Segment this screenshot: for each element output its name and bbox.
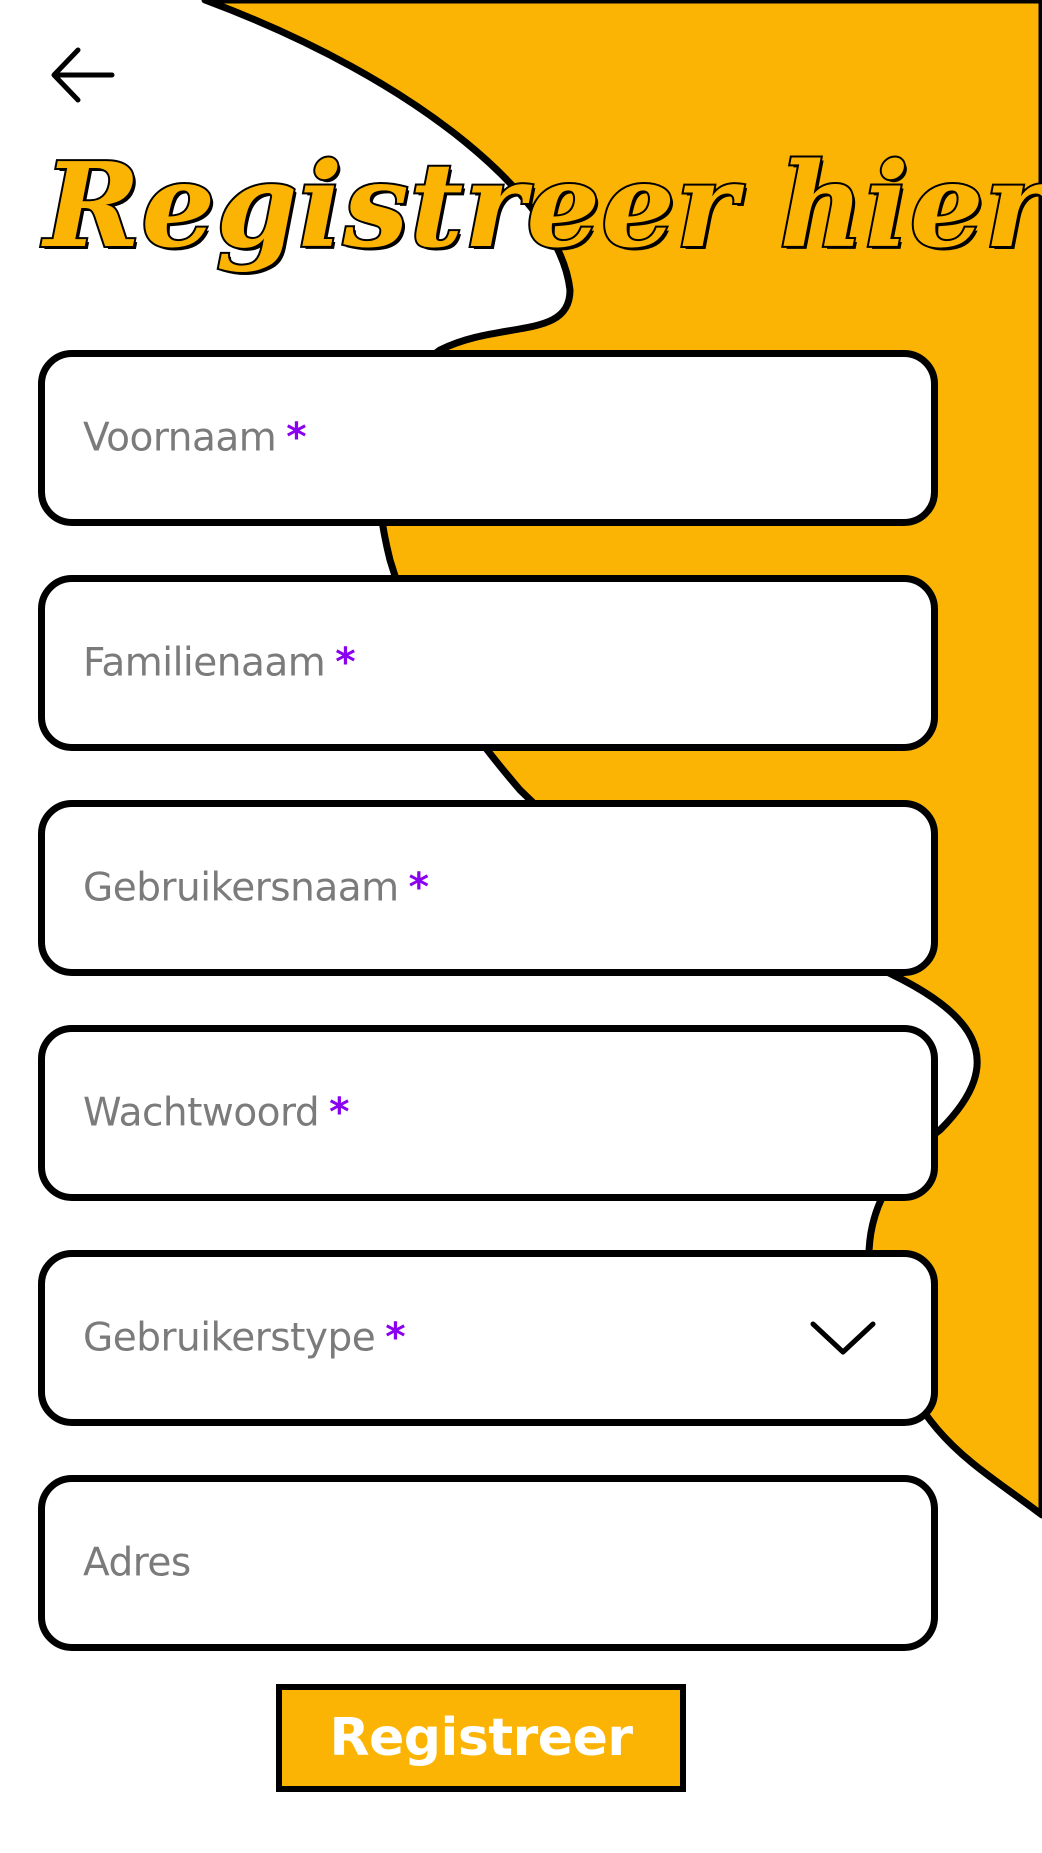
- page-title: Registreer hier: [42, 138, 1042, 274]
- arrow-left-icon: [51, 47, 115, 103]
- address-label: Adres: [83, 1540, 191, 1586]
- last-name-field[interactable]: Familienaam *: [38, 575, 938, 751]
- first-name-field[interactable]: Voornaam *: [38, 350, 938, 526]
- last-name-label: Familienaam *: [83, 640, 356, 686]
- chevron-down-icon: [810, 1321, 876, 1355]
- password-label: Wachtwoord *: [83, 1090, 350, 1136]
- required-marker: *: [385, 1315, 406, 1361]
- back-button[interactable]: [46, 44, 118, 106]
- address-field[interactable]: Adres: [38, 1475, 938, 1651]
- required-marker: *: [335, 640, 356, 686]
- first-name-label: Voornaam *: [83, 415, 307, 461]
- required-marker: *: [329, 1090, 350, 1136]
- password-field[interactable]: Wachtwoord *: [38, 1025, 938, 1201]
- register-button-label: Registreer: [329, 1708, 634, 1768]
- username-label: Gebruikersnaam *: [83, 865, 429, 911]
- username-field[interactable]: Gebruikersnaam *: [38, 800, 938, 976]
- register-button[interactable]: Registreer: [276, 1684, 686, 1792]
- user-type-label: Gebruikerstype *: [83, 1315, 406, 1361]
- user-type-select[interactable]: Gebruikerstype *: [38, 1250, 938, 1426]
- required-marker: *: [408, 865, 429, 911]
- required-marker: *: [286, 415, 307, 461]
